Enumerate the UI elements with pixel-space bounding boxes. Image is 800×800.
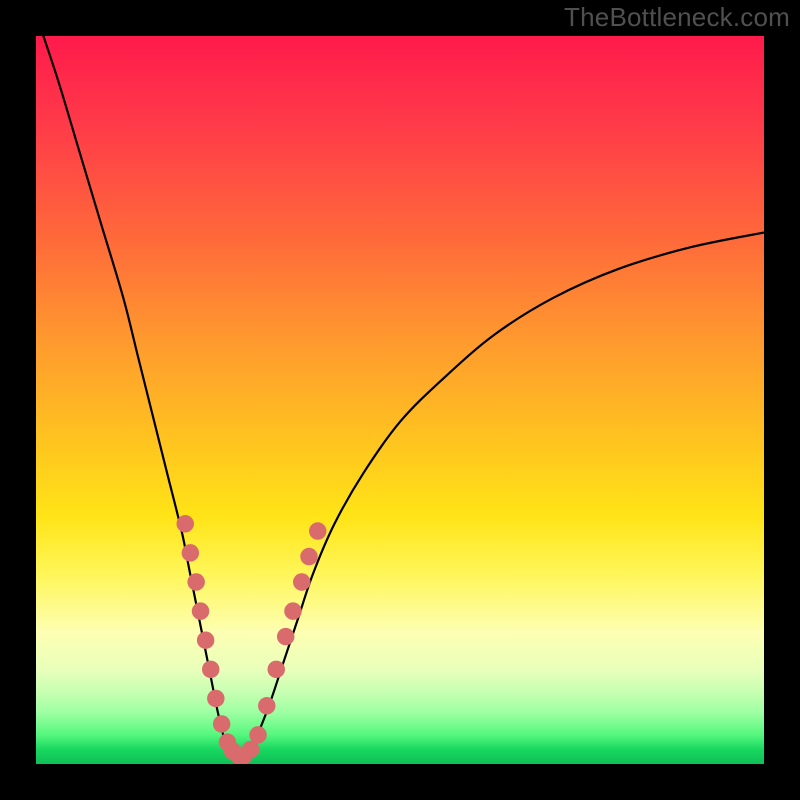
curve-marker [213, 715, 230, 732]
curve-marker [277, 628, 294, 645]
curve-marker [182, 544, 199, 561]
curve-marker [192, 602, 209, 619]
curve-marker [177, 515, 194, 532]
curve-marker [207, 690, 224, 707]
curve-marker [284, 602, 301, 619]
curve-marker [249, 726, 266, 743]
curve-markers [177, 515, 327, 764]
curve-marker [202, 661, 219, 678]
curve-marker [300, 548, 317, 565]
curve-marker [268, 661, 285, 678]
curve-marker [309, 522, 326, 539]
plot-area [36, 36, 764, 764]
curve-marker [187, 573, 204, 590]
chart-frame: TheBottleneck.com [0, 0, 800, 800]
bottleneck-curve [36, 36, 764, 760]
curve-marker [258, 697, 275, 714]
chart-svg [36, 36, 764, 764]
watermark-text: TheBottleneck.com [564, 2, 790, 33]
curve-marker [293, 573, 310, 590]
curve-marker [197, 632, 214, 649]
